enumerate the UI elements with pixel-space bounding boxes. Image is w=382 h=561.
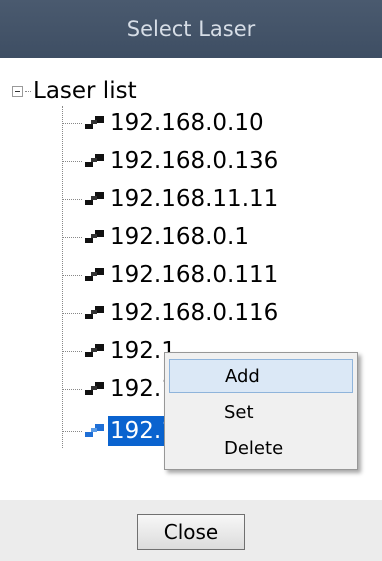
tree-item-laser-selected[interactable]: 192.1	[62, 414, 178, 448]
tree-item-laser[interactable]: 192.168.0.10	[62, 106, 266, 140]
footer-bar: Close	[0, 500, 382, 561]
tree-item-laser[interactable]: 192.168.11.11	[62, 182, 280, 216]
network-node-icon	[85, 268, 104, 281]
tree-root[interactable]: Laser list	[12, 76, 137, 106]
tree-connector	[62, 350, 82, 352]
tree-connector	[62, 312, 82, 314]
tree-item-label: 192.168.0.1	[110, 224, 249, 250]
menu-item-delete[interactable]: Delete	[169, 431, 353, 465]
menu-item-add[interactable]: Add	[169, 359, 353, 393]
tree-item-label: 192.168.0.136	[110, 148, 279, 174]
network-node-icon	[85, 306, 104, 319]
tree-connector	[62, 274, 82, 276]
network-node-icon	[85, 424, 104, 437]
network-node-icon	[85, 344, 104, 357]
tree-item-label: 192.168.11.11	[110, 186, 279, 212]
network-node-icon	[85, 382, 104, 395]
close-button[interactable]: Close	[137, 514, 245, 550]
tree-item-laser[interactable]: 192.168.0.1	[62, 220, 251, 254]
tree-connector	[25, 90, 31, 92]
tree-connector	[62, 122, 82, 124]
tree-item-laser[interactable]: 192.168.0.136	[62, 144, 280, 178]
network-node-icon	[85, 192, 104, 205]
network-node-icon	[85, 230, 104, 243]
network-node-icon	[85, 116, 104, 129]
network-node-icon	[85, 154, 104, 167]
tree-item-laser[interactable]: 192.1	[62, 334, 178, 368]
tree-item-label: 192.168.0.116	[110, 300, 279, 326]
tree-item-label: 192.168.0.10	[110, 110, 264, 136]
window-title: Select Laser	[0, 0, 382, 58]
tree-connector	[62, 198, 82, 200]
tree-connector	[62, 160, 82, 162]
collapse-minus-icon[interactable]	[12, 85, 23, 97]
tree-item-label: 192.168.0.111	[110, 262, 279, 288]
tree-item-laser[interactable]: 192.1	[62, 372, 178, 406]
context-menu: Add Set Delete	[164, 352, 358, 470]
tree-item-laser[interactable]: 192.168.0.111	[62, 258, 280, 292]
tree-connector	[62, 236, 82, 238]
tree-connector	[62, 388, 82, 390]
menu-item-set[interactable]: Set	[169, 395, 353, 429]
tree-root-label: Laser list	[33, 78, 137, 104]
tree-connector	[62, 430, 82, 432]
tree-item-laser[interactable]: 192.168.0.116	[62, 296, 280, 330]
